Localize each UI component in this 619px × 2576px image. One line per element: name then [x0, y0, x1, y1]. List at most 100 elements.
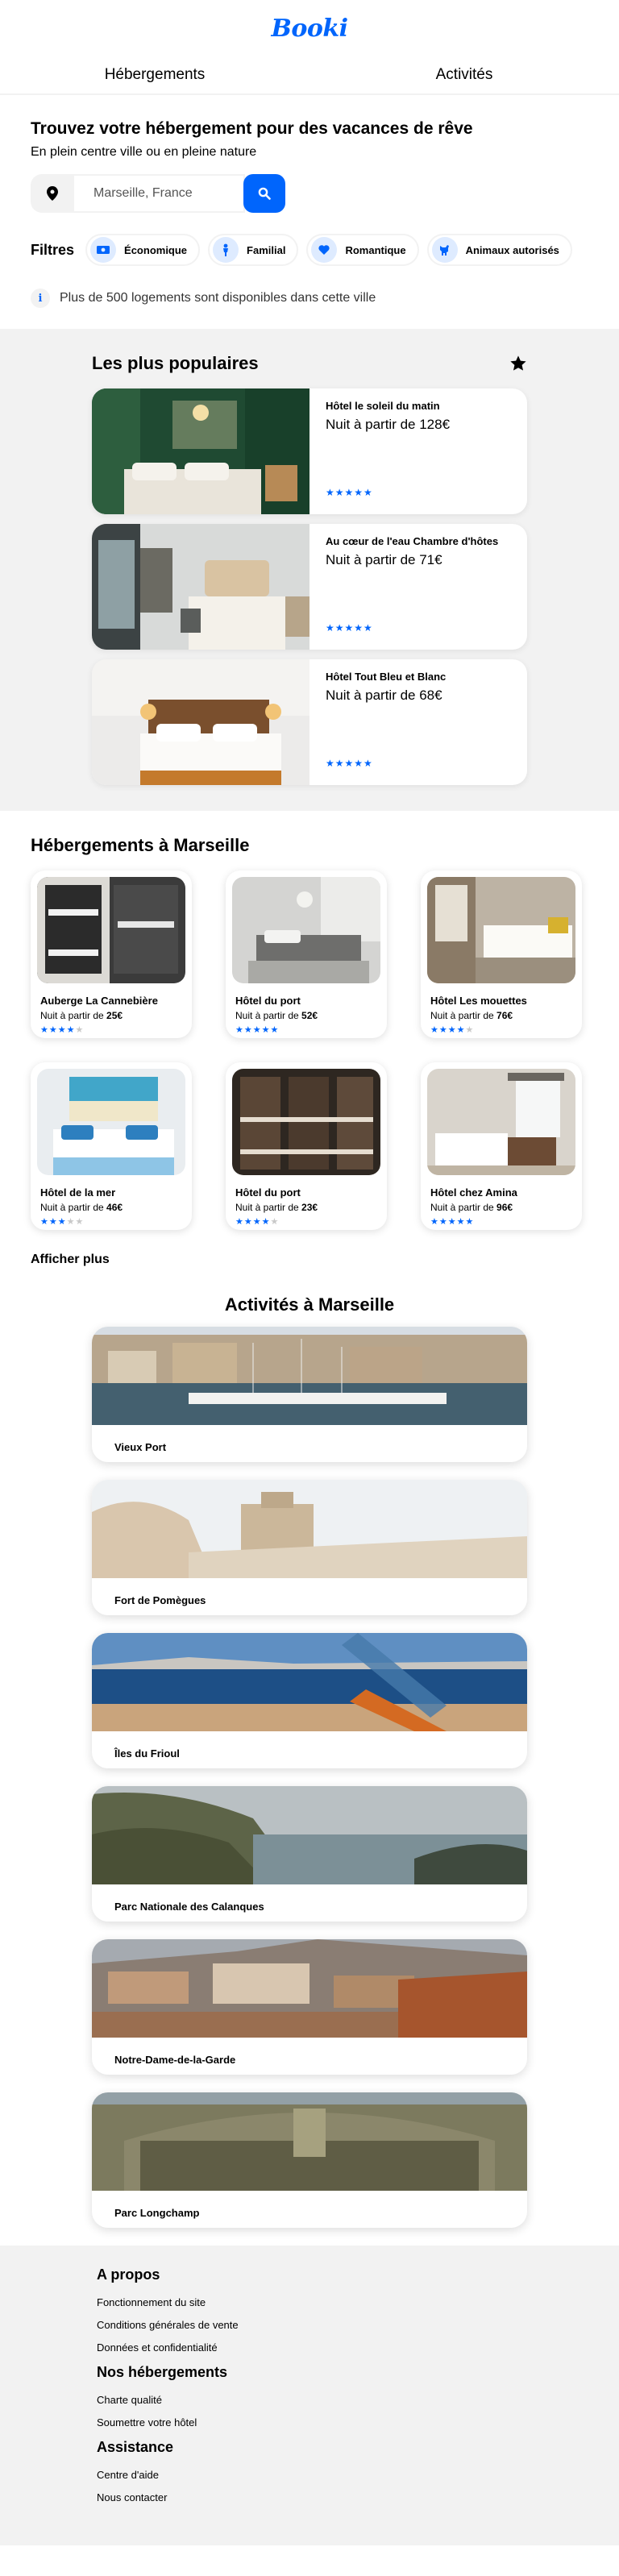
footer-heading: Assistance [97, 2439, 174, 2455]
dog-icon [431, 237, 458, 263]
hotel-image [232, 877, 380, 983]
search-input[interactable] [74, 174, 245, 213]
search-title: Trouvez votre hébergement pour des vacan… [31, 119, 473, 138]
hotel-name: Au cœur de l'eau Chambre d'hôtes [326, 535, 499, 547]
activity-card[interactable]: Fort de Pomègues [92, 1480, 527, 1615]
footer-link[interactable]: Centre d'aide [97, 2469, 619, 2481]
search-bar [31, 174, 588, 213]
filter-label: Romantique [345, 243, 406, 256]
hotel-price: Nuit à partir de 76€ [430, 1010, 513, 1021]
activity-name: Parc Longchamp [114, 2207, 200, 2219]
popular-card[interactable]: Au cœur de l'eau Chambre d'hôtes Nuit à … [92, 524, 527, 650]
footer-link[interactable]: Conditions générales de vente [97, 2319, 619, 2331]
search-button[interactable] [243, 174, 285, 213]
popular-card-body: Au cœur de l'eau Chambre d'hôtes Nuit à … [310, 524, 514, 650]
footer-link[interactable]: Nous contacter [97, 2491, 619, 2503]
booki-logo[interactable]: Booki [271, 15, 348, 43]
activity-name: Parc Nationale des Calanques [114, 1901, 264, 1913]
rating-stars: ★★★★★ [235, 1025, 280, 1035]
hotel-image [427, 1069, 575, 1175]
rating-stars: ★★★★★ [326, 487, 373, 498]
hotel-image [37, 877, 185, 983]
footer-section-assistance: Assistance Centre d'aide Nous contacter [97, 2439, 619, 2503]
hotel-name: Hôtel de la mer [40, 1186, 116, 1199]
rating-stars: ★★★★★ [430, 1025, 475, 1035]
filters: Filtres Économique Familial Romantique A… [31, 234, 588, 266]
footer-section-apropos: A propos Fonctionnement du site Conditio… [97, 2266, 619, 2354]
hotel-image [427, 877, 575, 983]
activity-image [92, 1939, 527, 2038]
hotel-name: Hôtel Tout Bleu et Blanc [326, 671, 447, 683]
hotel-name: Hôtel Les mouettes [430, 995, 527, 1007]
filter-label: Animaux autorisés [465, 243, 559, 256]
hotel-price: Nuit à partir de 46€ [40, 1202, 123, 1213]
footer-link[interactable]: Fonctionnement du site [97, 2296, 619, 2308]
footer-link[interactable]: Soumettre votre hôtel [97, 2416, 619, 2429]
popular-header: Les plus populaires [92, 353, 527, 374]
nav-item-activites[interactable]: Activités [310, 56, 619, 93]
hebergements-grid: Auberge La Cannebière Nuit à partir de 2… [31, 870, 588, 1230]
header: Booki [0, 0, 619, 56]
hebergement-card[interactable]: Hôtel Les mouettes Nuit à partir de 76€ … [421, 870, 582, 1038]
hotel-name: Hôtel du port [235, 1186, 301, 1199]
availability-text: Plus de 500 logements sont disponibles d… [60, 291, 376, 305]
hotel-room-image [92, 524, 310, 650]
hebergements-title: Hébergements à Marseille [31, 835, 250, 855]
popular-card[interactable]: Hôtel Tout Bleu et Blanc Nuit à partir d… [92, 659, 527, 785]
filter-familial[interactable]: Familial [208, 234, 299, 266]
money-icon [90, 237, 117, 263]
activity-card[interactable]: Parc Longchamp [92, 2092, 527, 2228]
rating-stars: ★★★★★ [40, 1025, 85, 1035]
hotel-name: Hôtel du port [235, 995, 301, 1007]
hebergement-card[interactable]: Auberge La Cannebière Nuit à partir de 2… [31, 870, 192, 1038]
activity-image [92, 1633, 527, 1731]
nav-item-hebergements[interactable]: Hébergements [0, 56, 310, 93]
activity-card[interactable]: Notre-Dame-de-la-Garde [92, 1939, 527, 2075]
filter-romantique[interactable]: Romantique [306, 234, 419, 266]
show-more-link[interactable]: Afficher plus [31, 1253, 110, 1267]
availability-info: i Plus de 500 logements sont disponibles… [31, 289, 588, 308]
activity-image [92, 1327, 527, 1425]
activity-name: Îles du Frioul [114, 1747, 180, 1760]
hotel-price: Nuit à partir de 23€ [235, 1202, 318, 1213]
hebergement-card[interactable]: Hôtel du port Nuit à partir de 52€ ★★★★★ [226, 870, 387, 1038]
footer-link[interactable]: Charte qualité [97, 2394, 619, 2406]
hebergement-card[interactable]: Hôtel chez Amina Nuit à partir de 96€ ★★… [421, 1062, 582, 1230]
filter-economique[interactable]: Économique [85, 234, 201, 266]
hebergements-section: Hébergements à Marseille Auberge La Cann… [0, 811, 619, 1267]
hotel-image [232, 1069, 380, 1175]
activity-image [92, 2092, 527, 2191]
hotel-name: Auberge La Cannebière [40, 995, 158, 1007]
activites-section: Activités à Marseille Vieux Port Fort de… [0, 1267, 619, 2228]
activity-card[interactable]: Îles du Frioul [92, 1633, 527, 1768]
hotel-name: Hôtel chez Amina [430, 1186, 517, 1199]
hotel-price: Nuit à partir de 71€ [326, 552, 442, 567]
filter-animaux[interactable]: Animaux autorisés [426, 234, 572, 266]
footer-link[interactable]: Données et confidentialité [97, 2341, 619, 2354]
activity-name: Notre-Dame-de-la-Garde [114, 2054, 236, 2066]
hebergement-card[interactable]: Hôtel du port Nuit à partir de 23€ ★★★★★ [226, 1062, 387, 1230]
popular-card-body: Hôtel Tout Bleu et Blanc Nuit à partir d… [310, 659, 462, 785]
activites-title: Activités à Marseille [224, 1294, 395, 1315]
rating-stars: ★★★★★ [40, 1217, 85, 1227]
search-section: Trouvez votre hébergement pour des vacan… [0, 95, 619, 308]
footer-section-hebergements: Nos hébergements Charte qualité Soumettr… [97, 2364, 619, 2429]
activity-image [92, 1480, 527, 1578]
activity-card[interactable]: Parc Nationale des Calanques [92, 1786, 527, 1922]
star-icon [510, 355, 526, 371]
location-pin-icon [31, 174, 74, 213]
hotel-room-image [92, 659, 310, 785]
hebergement-card[interactable]: Hôtel de la mer Nuit à partir de 46€ ★★★… [31, 1062, 192, 1230]
rating-stars: ★★★★★ [235, 1217, 280, 1227]
popular-card[interactable]: Hôtel le soleil du matin Nuit à partir d… [92, 388, 527, 514]
main-nav: Hébergements Activités [0, 56, 619, 95]
hotel-price: Nuit à partir de 128€ [326, 417, 451, 432]
popular-card-body: Hôtel le soleil du matin Nuit à partir d… [310, 388, 466, 514]
rating-stars: ★★★★★ [326, 622, 373, 634]
hotel-room-image [92, 388, 310, 514]
child-icon [213, 237, 239, 263]
filter-label: Familial [247, 243, 286, 256]
activity-card[interactable]: Vieux Port [92, 1327, 527, 1462]
activity-image [92, 1786, 527, 1884]
popular-section: Les plus populaires Hôtel le soleil du m… [0, 329, 619, 811]
